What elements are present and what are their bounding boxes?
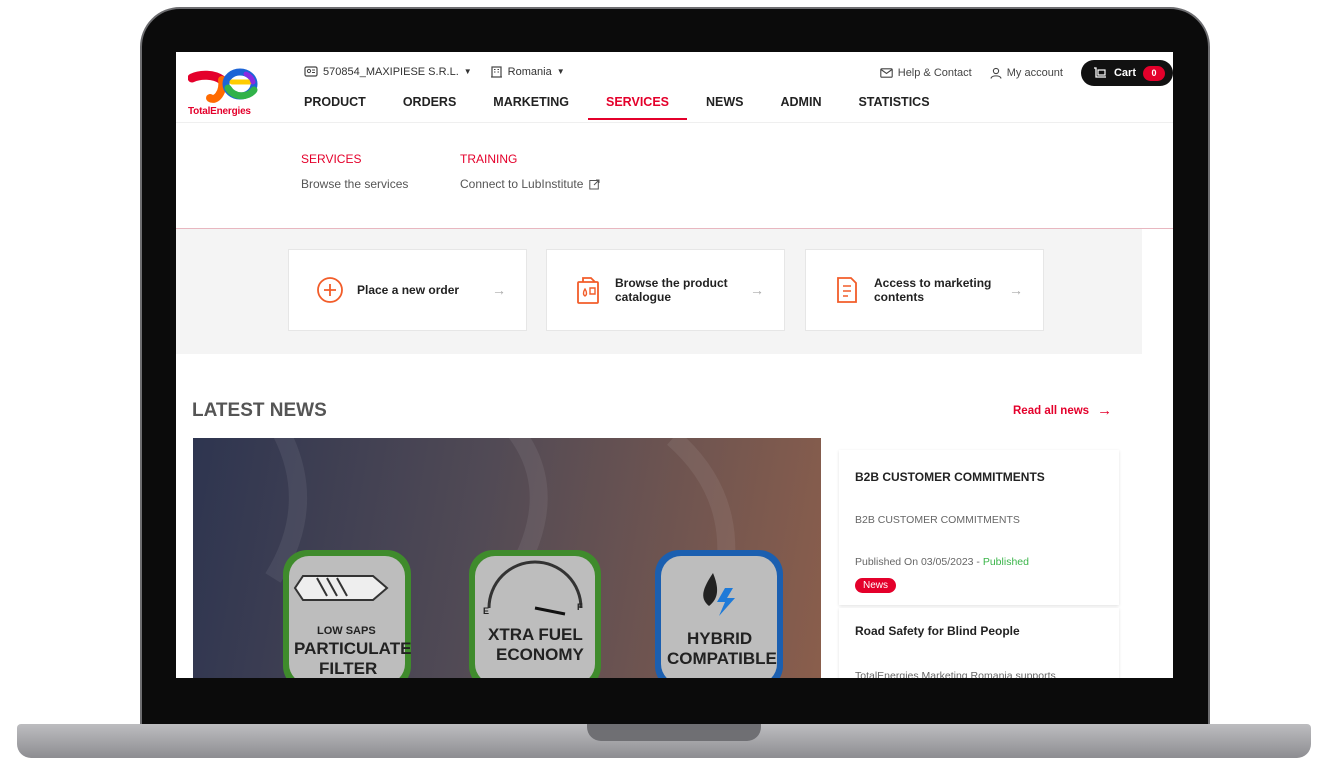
place-order-label: Place a new order bbox=[357, 283, 460, 297]
product-catalogue-card[interactable]: Browse the product catalogue → bbox=[546, 249, 785, 331]
nav-item-admin[interactable]: ADMIN bbox=[781, 95, 822, 109]
user-icon bbox=[990, 67, 1002, 79]
read-all-label: Read all news bbox=[1013, 404, 1090, 417]
totalenergies-logo-icon bbox=[187, 68, 258, 103]
account-selector[interactable]: 570854_MAXIPIESE S.R.L. ▼ bbox=[304, 66, 472, 78]
company-card-icon bbox=[304, 65, 318, 77]
cart-button[interactable]: Cart 0 bbox=[1080, 60, 1173, 86]
low-saps-badge: LOW SAPS PARTICULATE FILTER bbox=[283, 550, 411, 678]
nav-item-marketing[interactable]: MARKETING bbox=[493, 95, 569, 109]
browse-services-label: Browse the services bbox=[301, 177, 409, 191]
arrow-right-icon: → bbox=[750, 282, 764, 298]
nav-item-news[interactable]: NEWS bbox=[706, 95, 744, 109]
hybrid-badge: HYBRID COMPATIBLE bbox=[655, 550, 783, 678]
news-card-title: B2B CUSTOMER COMMITMENTS bbox=[855, 470, 1045, 484]
news-hero-image[interactable]: LOW SAPS PARTICULATE FILTER E F XTRA FUE… bbox=[193, 438, 821, 678]
news-card-title: Road Safety for Blind People bbox=[855, 624, 1020, 638]
quick-actions-band: Place a new order → Browse the product c… bbox=[176, 229, 1142, 354]
lubinstitute-label: Connect to LubInstitute bbox=[460, 177, 584, 191]
browser-screen: TotalEnergies 570854_MAXIPIESE S.R.L. ▼ … bbox=[176, 52, 1173, 678]
badge-text: PARTICULATE bbox=[294, 639, 411, 658]
menu-column-title: SERVICES bbox=[301, 152, 362, 166]
help-contact-link[interactable]: Help & Contact bbox=[880, 67, 972, 79]
account-selector-label: 570854_MAXIPIESE S.R.L. bbox=[323, 65, 459, 78]
menu-column-title: TRAINING bbox=[460, 152, 518, 166]
hero-graphic: LOW SAPS PARTICULATE FILTER E F XTRA FUE… bbox=[265, 438, 783, 678]
place-order-card[interactable]: Place a new order → bbox=[288, 249, 527, 331]
news-card-description: TotalEnergies Marketing Romania supports bbox=[855, 670, 1056, 678]
country-selector-label: Romania bbox=[507, 65, 552, 78]
label-line: catalogue bbox=[615, 290, 672, 304]
brand-logo[interactable]: TotalEnergies bbox=[187, 68, 264, 118]
news-card[interactable]: B2B CUSTOMER COMMITMENTS B2B CUSTOMER CO… bbox=[839, 450, 1119, 605]
cart-icon bbox=[1093, 66, 1106, 78]
brand-name: TotalEnergies bbox=[188, 106, 251, 117]
menu-column-services: SERVICES Browse the services bbox=[301, 152, 408, 191]
help-contact-label: Help & Contact bbox=[897, 67, 972, 79]
news-tag-badge[interactable]: News bbox=[855, 578, 897, 593]
label-line: Access to marketing bbox=[874, 276, 992, 290]
gauge-mark: F bbox=[577, 602, 583, 612]
gauge-mark: E bbox=[483, 606, 489, 616]
laptop-notch bbox=[587, 724, 761, 741]
badge-text: HYBRID bbox=[687, 629, 752, 648]
oil-can-icon bbox=[573, 275, 603, 305]
main-navigation: PRODUCT ORDERS MARKETING SERVICES NEWS A… bbox=[304, 95, 967, 120]
news-tag-wrapper: News bbox=[855, 575, 897, 593]
badge-text: COMPATIBLE bbox=[667, 649, 777, 668]
product-catalogue-label: Browse the product catalogue bbox=[615, 276, 750, 304]
menu-column-training: TRAINING Connect to LubInstitute bbox=[460, 152, 600, 191]
nav-item-statistics[interactable]: STATISTICS bbox=[858, 95, 929, 109]
nav-item-orders[interactable]: ORDERS bbox=[403, 95, 456, 109]
plus-circle-icon bbox=[315, 275, 345, 305]
nav-item-services[interactable]: SERVICES bbox=[588, 95, 687, 120]
read-all-news-link[interactable]: Read all news → bbox=[1013, 402, 1112, 419]
marketing-contents-label: Access to marketing contents bbox=[874, 276, 1009, 304]
services-mega-menu: SERVICES Browse the services TRAINING Co… bbox=[176, 123, 1173, 229]
cart-count-badge: 0 bbox=[1143, 65, 1165, 81]
badge-text: XTRA FUEL bbox=[488, 625, 583, 644]
my-account-link[interactable]: My account bbox=[990, 67, 1063, 79]
arrow-right-icon: → bbox=[1097, 402, 1113, 419]
xtra-fuel-badge: E F XTRA FUEL ECONOMY bbox=[469, 550, 601, 678]
context-selectors: 570854_MAXIPIESE S.R.L. ▼ Romania ▼ bbox=[304, 65, 583, 78]
latest-news-heading: LATEST NEWS bbox=[192, 400, 327, 421]
building-icon bbox=[490, 66, 502, 78]
nav-item-product[interactable]: PRODUCT bbox=[304, 95, 366, 109]
arrow-right-icon: → bbox=[492, 282, 506, 298]
news-card-description: B2B CUSTOMER COMMITMENTS bbox=[855, 514, 1020, 526]
lubinstitute-link[interactable]: Connect to LubInstitute bbox=[460, 177, 600, 191]
cart-label: Cart bbox=[1113, 67, 1136, 79]
label-line: Browse the product bbox=[615, 276, 728, 290]
browse-services-link[interactable]: Browse the services bbox=[301, 177, 408, 191]
news-card-published: Published On 03/05/2023 - Published bbox=[855, 556, 1029, 568]
site-header: TotalEnergies 570854_MAXIPIESE S.R.L. ▼ … bbox=[176, 52, 1173, 123]
badge-text: ECONOMY bbox=[496, 645, 585, 664]
header-actions: Help & Contact My account Cart 0 bbox=[880, 60, 1173, 86]
published-date: Published On 03/05/2023 - bbox=[855, 556, 983, 568]
badge-text: FILTER bbox=[319, 659, 377, 678]
label-line: contents bbox=[874, 290, 925, 304]
news-card[interactable]: Road Safety for Blind People TotalEnergi… bbox=[839, 608, 1119, 678]
published-status: Published bbox=[982, 556, 1029, 568]
arrow-right-icon: → bbox=[1009, 282, 1023, 298]
country-selector[interactable]: Romania ▼ bbox=[490, 65, 565, 78]
external-link-icon bbox=[589, 179, 600, 189]
document-icon bbox=[832, 275, 862, 305]
chevron-down-icon: ▼ bbox=[463, 67, 472, 76]
my-account-label: My account bbox=[1006, 67, 1063, 79]
marketing-contents-card[interactable]: Access to marketing contents → bbox=[805, 249, 1044, 331]
chevron-down-icon: ▼ bbox=[556, 67, 565, 76]
badge-text: LOW SAPS bbox=[317, 625, 376, 637]
mail-icon bbox=[880, 68, 893, 78]
